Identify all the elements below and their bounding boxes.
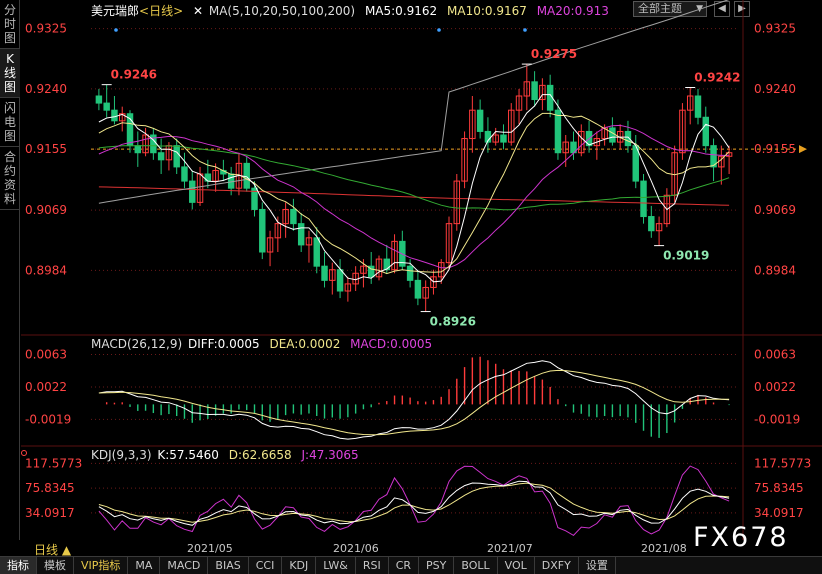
- candle-body-12: [189, 180, 196, 203]
- indicator-tab-kdj[interactable]: KDJ: [282, 557, 317, 574]
- candle-body-56: [531, 81, 538, 101]
- candle-body-49: [476, 109, 484, 132]
- price-axis-right-1: 0.9240: [754, 82, 796, 96]
- candle-body-8: [157, 152, 165, 161]
- macd-axis-right-1: 0.0022: [754, 380, 796, 394]
- price-axis-left-4: 0.8984: [25, 263, 67, 277]
- date-label-aug: 2021/08: [641, 542, 687, 555]
- price-axis-right-3: 0.9069: [754, 203, 796, 217]
- event-dot-0: [114, 28, 118, 32]
- candle-body-40: [406, 265, 414, 281]
- macd-axis-left-0: 0.0063: [25, 348, 67, 362]
- fx678-watermark: FX678: [693, 522, 789, 553]
- indicator-tab-bias[interactable]: BIAS: [208, 557, 249, 574]
- annotation-high3: 0.9242: [694, 70, 740, 84]
- kdj-settings-icon: [21, 450, 27, 456]
- candle-body-28: [313, 237, 320, 267]
- candle-body-31: [336, 269, 344, 292]
- macd-axis-right-2: -0.0019: [754, 412, 800, 426]
- candle-body-37: [383, 258, 390, 271]
- left-tab-3[interactable]: 合约资料: [0, 147, 20, 210]
- indicator-tab-cci[interactable]: CCI: [249, 557, 283, 574]
- candle-body-0: [95, 95, 103, 104]
- candle-body-25: [290, 208, 297, 225]
- current-price-arrow: [799, 145, 807, 154]
- macd-diff-line: [98, 360, 730, 440]
- indicator-tab-dxfy[interactable]: DXFY: [535, 557, 579, 574]
- candle-body-59: [554, 109, 562, 154]
- left-tab-2[interactable]: 闪电图: [0, 98, 20, 147]
- price-axis-left-2: 0.9155: [25, 142, 67, 156]
- kdj-axis-right-1: 75.8345: [754, 481, 804, 495]
- indicator-tab-vip[interactable]: VIP指标: [74, 557, 129, 574]
- candle-body-19: [243, 162, 250, 189]
- candle-body-11: [181, 166, 188, 182]
- candle-body-2: [111, 109, 118, 122]
- chart-canvas[interactable]: 0.9325 0.93250.9240 0.92400.9155 0.91550.90…: [21, 0, 822, 540]
- annotation-low1: 0.8926: [430, 315, 476, 329]
- indicator-tab-bar: 指标 模板 VIP指标 MA MACD BIAS CCI KDJ LW& RSI CR PSY BOLL…: [0, 556, 822, 574]
- candle-body-78: [702, 116, 709, 147]
- macd-dea-line: [98, 369, 730, 436]
- candle-body-66: [609, 127, 616, 143]
- candle-body-41: [414, 279, 422, 299]
- indicator-tab-boll[interactable]: BOLL: [454, 557, 498, 574]
- indicator-tab-0[interactable]: 指标: [0, 557, 37, 574]
- indicator-tab-vol[interactable]: VOL: [498, 557, 535, 574]
- candle-body-1: [103, 102, 110, 111]
- annotation-low2: 0.9019: [663, 249, 709, 263]
- price-axis-left-1: 0.9240: [25, 82, 67, 96]
- candle-body-21: [259, 208, 266, 253]
- date-label-jun: 2021/06: [333, 542, 379, 555]
- candle-body-29: [321, 265, 328, 281]
- event-dot-2: [523, 28, 527, 32]
- kdj-d-line: [98, 482, 730, 523]
- indicator-tab-psy[interactable]: PSY: [419, 557, 455, 574]
- left-tab-0[interactable]: 分时图: [0, 0, 20, 49]
- candle-body-26: [297, 223, 305, 246]
- indicator-tab-ma[interactable]: MA: [128, 557, 161, 574]
- candle-body-70: [640, 180, 647, 218]
- price-axis-right-4: 0.8984: [754, 263, 796, 277]
- indicator-tab-macd[interactable]: MACD: [160, 557, 209, 574]
- annotation-high1: 0.9246: [111, 68, 157, 82]
- kdj-axis-right-0: 117.5773: [754, 456, 811, 470]
- annotation-high2: 0.9275: [531, 47, 577, 61]
- indicator-tab-15[interactable]: 设置: [579, 557, 616, 574]
- left-tab-1[interactable]: K线图: [0, 49, 20, 98]
- macd-axis-left-1: 0.0022: [25, 380, 67, 394]
- chart-area[interactable]: 美元瑞郎<日线> ✕ MA(5,10,20,50,100,200) MA5:0.…: [21, 0, 822, 540]
- candle-body-10: [173, 145, 180, 168]
- macd-axis-right-0: 0.0063: [754, 348, 796, 362]
- kdj-axis-left-0: 117.5773: [25, 456, 82, 470]
- indicator-tab-1[interactable]: 模板: [37, 557, 74, 574]
- date-label-jul: 2021/07: [487, 542, 533, 555]
- candle-body-71: [648, 216, 655, 232]
- indicator-tab-cr[interactable]: CR: [389, 557, 420, 574]
- price-axis-right-0: 0.9325: [754, 22, 796, 36]
- price-axis-left-0: 0.9325: [25, 22, 67, 36]
- event-dot-1: [437, 28, 441, 32]
- candle-body-5: [134, 145, 142, 154]
- kdj-axis-right-2: 34.0917: [754, 506, 804, 520]
- kdj-axis-left-2: 34.0917: [25, 506, 75, 520]
- indicator-tab-lw[interactable]: LW&: [316, 557, 356, 574]
- kdj-axis-left-1: 75.8345: [25, 481, 75, 495]
- date-label-may: 2021/05: [187, 542, 233, 555]
- macd-axis-left-2: -0.0019: [25, 412, 71, 426]
- price-axis-left-3: 0.9069: [25, 203, 67, 217]
- candle-body-77: [694, 95, 702, 118]
- left-tab-bar: 分时图K线图闪电图合约资料: [0, 0, 20, 540]
- indicator-tab-rsi[interactable]: RSI: [356, 557, 389, 574]
- candle-body-52: [500, 134, 507, 143]
